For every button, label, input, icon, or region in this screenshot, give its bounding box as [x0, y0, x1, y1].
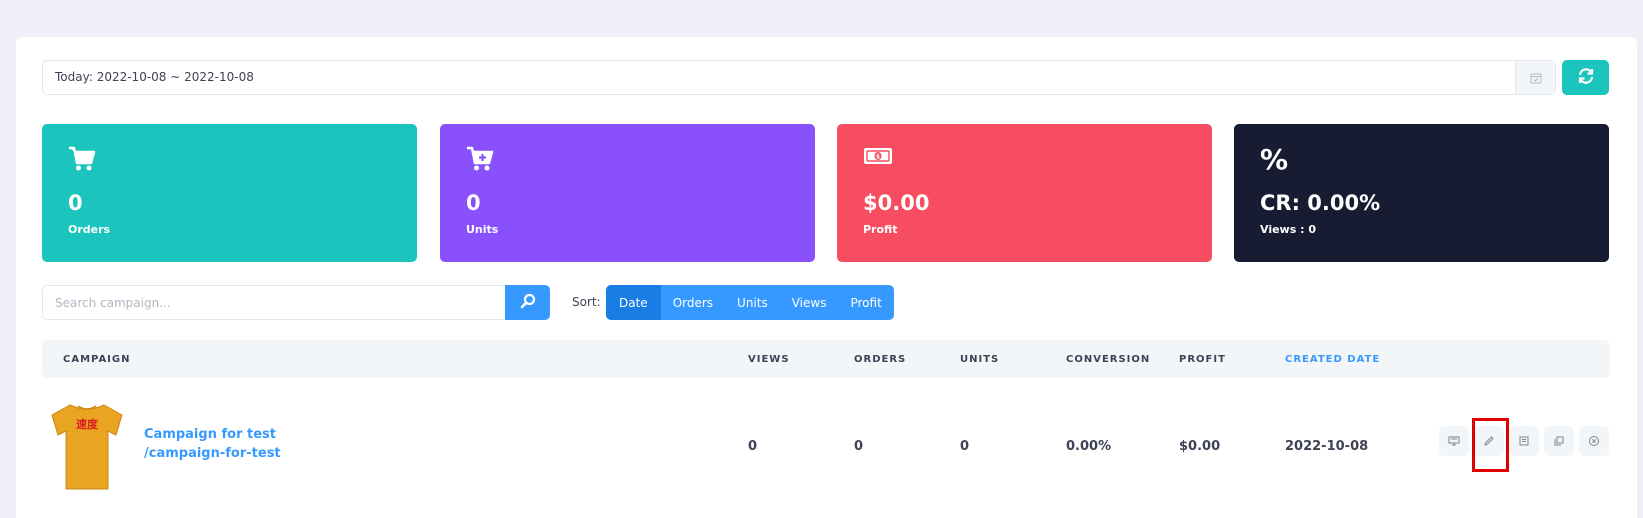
table-header: CAMPAIGN VIEWS ORDERS UNITS CONVERSION P…	[42, 340, 1610, 378]
col-views[interactable]: VIEWS	[748, 354, 790, 365]
date-range-picker[interactable]: Today: 2022-10-08 ~ 2022-10-08	[42, 60, 1556, 95]
stat-card-units: 0 Units	[440, 124, 815, 262]
delete-button[interactable]	[1579, 426, 1609, 456]
cell-units: 0	[960, 439, 970, 454]
cart-plus-icon	[466, 146, 494, 176]
table-row: 速度 Campaign for test /campaign-for-test …	[42, 395, 1610, 495]
refresh-button[interactable]	[1562, 60, 1609, 95]
stat-card-profit: $ $0.00 Profit	[837, 124, 1212, 262]
search-icon	[520, 293, 536, 313]
percent-icon: %	[1260, 143, 1289, 176]
sort-button-group: Date Orders Units Views Profit	[606, 285, 894, 320]
conversion-value: CR: 0.00%	[1260, 191, 1381, 215]
orders-label: Orders	[68, 223, 111, 236]
col-profit[interactable]: PROFIT	[1179, 354, 1226, 365]
campaign-title-link[interactable]: Campaign for test	[144, 427, 276, 442]
search-input[interactable]	[42, 285, 506, 320]
edit-button-highlight	[1472, 418, 1509, 472]
profit-label: Profit	[863, 223, 898, 236]
stat-card-orders: 0 Orders	[42, 124, 417, 262]
units-label: Units	[466, 223, 499, 236]
units-value: 0	[466, 191, 481, 215]
sort-label: Sort:	[572, 295, 601, 309]
cell-orders: 0	[854, 439, 864, 454]
col-created-date[interactable]: CREATED DATE	[1285, 354, 1380, 365]
views-label: Views : 0	[1260, 223, 1316, 236]
refresh-icon	[1577, 67, 1595, 89]
profit-value: $0.00	[863, 191, 930, 215]
calendar-icon[interactable]	[1515, 61, 1555, 94]
cell-conversion: 0.00%	[1066, 439, 1112, 454]
campaign-slug-link[interactable]: /campaign-for-test	[144, 446, 281, 461]
cart-icon	[68, 146, 96, 176]
search-button[interactable]	[505, 285, 550, 320]
money-icon: $	[863, 146, 893, 170]
svg-text:$: $	[876, 154, 880, 161]
document-icon	[1518, 432, 1530, 451]
details-button[interactable]	[1509, 426, 1539, 456]
monitor-icon	[1448, 432, 1460, 451]
cell-views: 0	[748, 439, 758, 454]
preview-button[interactable]	[1439, 426, 1469, 456]
sort-date-button[interactable]: Date	[606, 285, 661, 320]
sort-units-button[interactable]: Units	[725, 285, 780, 320]
date-range-text: Today: 2022-10-08 ~ 2022-10-08	[55, 70, 254, 84]
stat-card-conversion: % CR: 0.00% Views : 0	[1234, 124, 1609, 262]
svg-text:速度: 速度	[76, 417, 99, 431]
sort-profit-button[interactable]: Profit	[838, 285, 894, 320]
sort-views-button[interactable]: Views	[779, 285, 839, 320]
copy-icon	[1553, 432, 1565, 451]
col-orders[interactable]: ORDERS	[854, 354, 906, 365]
col-units[interactable]: UNITS	[960, 354, 999, 365]
cell-created-date: 2022-10-08	[1285, 439, 1369, 454]
campaign-thumbnail[interactable]: 速度	[48, 401, 126, 493]
close-circle-icon	[1588, 432, 1600, 451]
orders-value: 0	[68, 191, 83, 215]
duplicate-button[interactable]	[1544, 426, 1574, 456]
cell-profit: $0.00	[1179, 439, 1221, 454]
col-campaign[interactable]: CAMPAIGN	[63, 354, 130, 365]
sort-orders-button[interactable]: Orders	[660, 285, 726, 320]
col-conversion[interactable]: CONVERSION	[1066, 354, 1150, 365]
